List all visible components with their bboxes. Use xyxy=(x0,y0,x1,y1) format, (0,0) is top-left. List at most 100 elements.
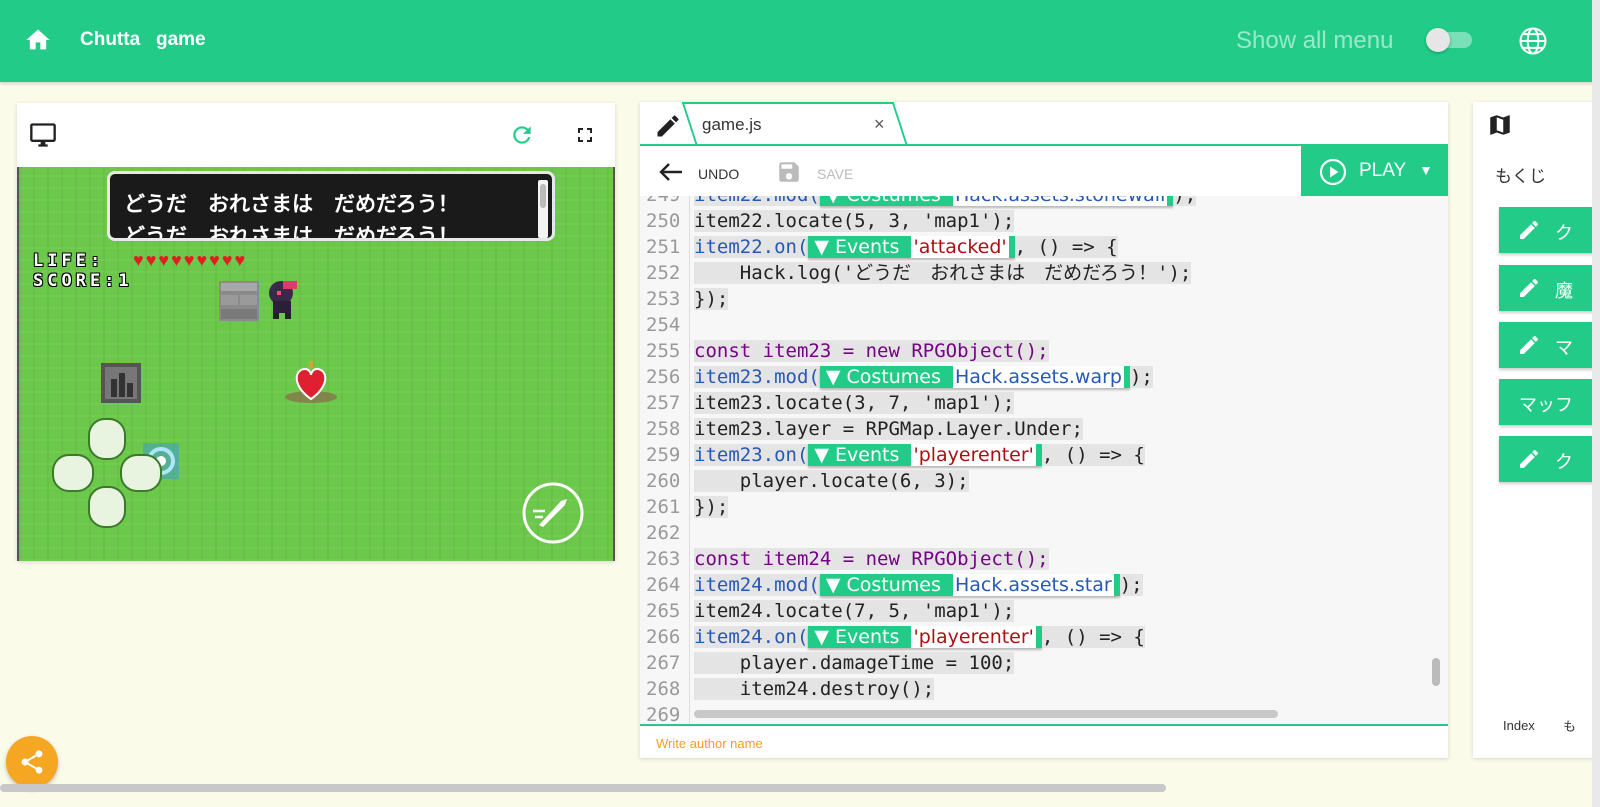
code-line[interactable]: 265 item24.locate(7, 5, 'map1'); xyxy=(640,598,1430,624)
dpad-control[interactable] xyxy=(51,417,163,529)
file-tab-game-js[interactable]: game.js xyxy=(702,115,762,135)
code-line[interactable]: 258 item23.layer = RPGMap.Layer.Under; xyxy=(640,416,1430,442)
code-line[interactable]: 268 item24.destroy(); xyxy=(640,676,1430,702)
events-chip[interactable]: ▼ Events 'attacked' xyxy=(808,236,1015,258)
code-text: item24.destroy(); xyxy=(694,678,935,700)
chip-label: ▼ Costumes xyxy=(826,196,941,206)
pencil-icon xyxy=(1520,449,1539,468)
code-line[interactable]: 251 item22.on(▼ Events 'attacked', () => … xyxy=(640,234,1430,260)
share-button[interactable] xyxy=(6,736,58,788)
code-line[interactable]: 254 xyxy=(640,312,1430,338)
code-text: ); xyxy=(1173,196,1197,206)
code-text: const item23 = new RPGObject(); xyxy=(694,340,1049,362)
code-line[interactable]: 267 player.damageTime = 100; xyxy=(640,650,1430,676)
code-vertical-scrollbar[interactable] xyxy=(1432,658,1440,686)
code-line[interactable]: 262 xyxy=(640,520,1430,546)
close-tab-icon[interactable]: × xyxy=(874,114,885,135)
code-line[interactable]: 260 player.locate(6, 3); xyxy=(640,468,1430,494)
toc-item-2[interactable]: 魔 xyxy=(1499,265,1600,311)
line-number: 256 xyxy=(646,366,681,388)
fullscreen-icon[interactable] xyxy=(573,123,597,147)
heart-icon: ♥ xyxy=(183,250,195,270)
code-line[interactable]: 264 item24.mod(▼ Costumes Hack.assets.sta… xyxy=(640,572,1430,598)
save-button[interactable]: SAVE xyxy=(817,166,853,182)
monitor-icon xyxy=(30,123,56,147)
costumes-chip[interactable]: ▼ Costumes Hack.assets.star xyxy=(819,574,1120,596)
show-all-menu-toggle[interactable] xyxy=(1426,28,1476,52)
home-icon[interactable] xyxy=(24,26,52,54)
code-text: item22.on( xyxy=(694,236,809,258)
code-line[interactable]: 263 const item24 = new RPGObject(); xyxy=(640,546,1430,572)
life-hearts: ♥ ♥ ♥ ♥ ♥ ♥ ♥ ♥ ♥ xyxy=(133,251,245,269)
code-text: , () => { xyxy=(1041,626,1145,648)
chip-token: 'playerenter' xyxy=(911,626,1036,648)
attack-button[interactable] xyxy=(521,481,585,545)
toc-item-1[interactable]: ク xyxy=(1499,207,1600,253)
chip-token: 'playerenter' xyxy=(911,444,1036,466)
line-number: 266 xyxy=(646,626,681,648)
code-line[interactable]: 252 Hack.log('どうだ おれさまは だめだろう！'); xyxy=(640,260,1430,286)
code-text: player.locate(6, 3); xyxy=(694,470,969,492)
table-of-contents-panel: もくじ ク 魔 マ マッフ ク Index も xyxy=(1473,102,1600,758)
code-text: item23.layer = RPGMap.Layer.Under; xyxy=(694,418,1083,440)
toc-item-label: マ xyxy=(1555,338,1573,358)
code-line[interactable]: 257 item23.locate(3, 7, 'map1'); xyxy=(640,390,1430,416)
code-line[interactable]: 256 item23.mod(▼ Costumes Hack.assets.war… xyxy=(640,364,1430,390)
play-label: PLAY xyxy=(1359,160,1407,181)
page-horizontal-scrollbar[interactable] xyxy=(0,784,1166,792)
play-button[interactable]: PLAY ▼ xyxy=(1301,146,1448,196)
line-number: 260 xyxy=(646,470,681,492)
code-horizontal-scrollbar[interactable] xyxy=(694,710,1278,718)
save-icon[interactable] xyxy=(776,159,802,185)
undo-button[interactable]: UNDO xyxy=(698,166,739,182)
code-editor-panel: game.js × UNDO SAVE PLAY ▼ 249 item22.mod… xyxy=(640,102,1448,758)
line-number: 253 xyxy=(646,288,681,310)
pencil-icon xyxy=(657,115,679,137)
code-text: item22.locate(5, 3, 'map1'); xyxy=(694,210,1015,232)
toc-item-label: ク xyxy=(1555,223,1573,243)
costumes-chip[interactable]: ▼ Costumes Hack.assets.warp xyxy=(819,366,1130,388)
author-name-input[interactable]: Write author name xyxy=(656,736,763,751)
code-line[interactable]: 255 const item23 = new RPGObject(); xyxy=(640,338,1430,364)
code-line[interactable]: 259 item23.on(▼ Events 'playerenter', () … xyxy=(640,442,1430,468)
code-area[interactable]: 249item22.mod(▼ Costumes Hack.assets.sto… xyxy=(640,196,1448,724)
index-tab-extra[interactable]: も xyxy=(1563,716,1576,735)
message-scrollbar[interactable] xyxy=(538,180,548,238)
index-tab[interactable]: Index xyxy=(1503,718,1535,733)
toc-item-5[interactable]: ク xyxy=(1499,436,1600,482)
pencil-icon xyxy=(1520,220,1539,239)
toc-item-3[interactable]: マ xyxy=(1499,322,1600,368)
message-line: どうだ おれさまは だめだろう！ xyxy=(124,192,459,216)
heart-icon: ♥ xyxy=(158,250,170,270)
chevron-down-icon[interactable]: ▼ xyxy=(1419,162,1433,178)
scroll-thumb[interactable] xyxy=(540,184,546,208)
arrow-left-icon[interactable] xyxy=(658,161,684,183)
line-number: 255 xyxy=(646,340,681,362)
reload-icon[interactable] xyxy=(509,122,535,148)
events-chip[interactable]: ▼ Events 'playerenter' xyxy=(808,626,1042,648)
map-icon[interactable] xyxy=(1487,112,1513,138)
events-chip[interactable]: ▼ Events 'playerenter' xyxy=(808,444,1042,466)
game-screen[interactable]: どうだ おれさまは だめだろう！ どうだ おれさまは だめだろう！ LIFE: … xyxy=(17,167,615,561)
code-text: item24.mod( xyxy=(694,574,820,596)
costumes-chip[interactable]: ▼ Costumes Hack.assets.stonewall xyxy=(819,196,1174,206)
heart-icon: ♥ xyxy=(221,250,233,270)
preview-panel: どうだ おれさまは だめだろう！ どうだ おれさまは だめだろう！ LIFE: … xyxy=(17,103,615,561)
code-line[interactable]: 261}); xyxy=(640,494,1430,520)
code-text: ); xyxy=(1119,574,1143,596)
line-number: 258 xyxy=(646,418,681,440)
code-line[interactable]: 249item22.mod(▼ Costumes Hack.assets.sto… xyxy=(640,196,1430,208)
code-line[interactable]: 250 item22.locate(5, 3, 'map1'); xyxy=(640,208,1430,234)
page-vertical-scrollbar[interactable] xyxy=(1592,0,1600,807)
code-text: ); xyxy=(1129,366,1153,388)
message-line: どうだ おれさまは だめだろう！ xyxy=(124,224,459,241)
chip-token: Hack.assets.warp xyxy=(952,366,1124,388)
pencil-icon xyxy=(1520,278,1539,297)
code-line[interactable]: 266 item24.on(▼ Events 'playerenter', () … xyxy=(640,624,1430,650)
toc-item-label: 魔 xyxy=(1555,281,1573,301)
heart-item-sprite xyxy=(285,361,337,403)
globe-icon[interactable] xyxy=(1518,26,1548,56)
line-number: 265 xyxy=(646,600,681,622)
toc-item-4[interactable]: マッフ xyxy=(1499,379,1600,425)
code-line[interactable]: 253}); xyxy=(640,286,1430,312)
